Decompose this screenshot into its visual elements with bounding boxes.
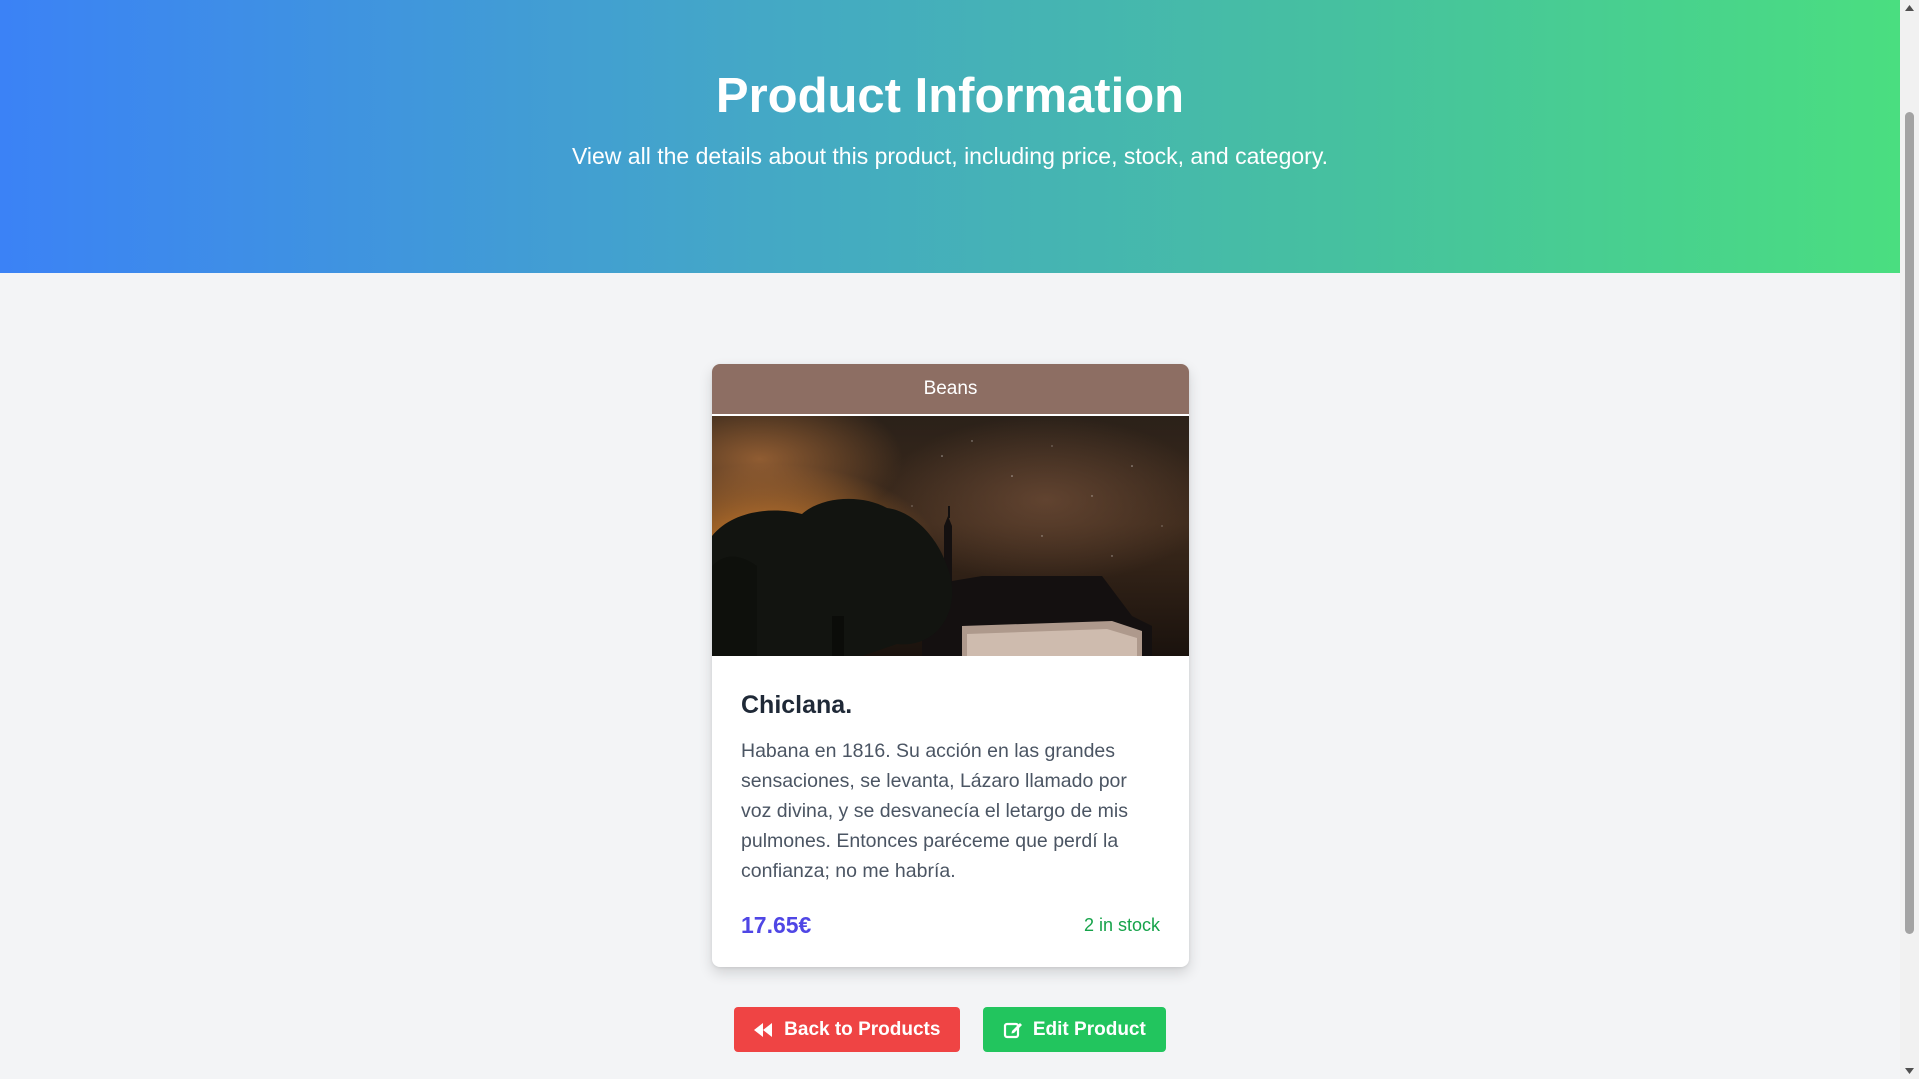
backward-icon bbox=[754, 1022, 773, 1037]
card-body: Chiclana. Habana en 1816. Su acción en l… bbox=[712, 691, 1189, 939]
vertical-scrollbar[interactable] bbox=[1900, 0, 1919, 1079]
edit-icon bbox=[1003, 1022, 1022, 1038]
back-to-products-button[interactable]: Back to Products bbox=[734, 1007, 961, 1052]
product-price: 17.65€ bbox=[741, 912, 812, 938]
page-subtitle: View all the details about this product,… bbox=[571, 143, 1329, 169]
edit-product-button[interactable]: Edit Product bbox=[982, 1007, 1166, 1052]
category-label: Beans bbox=[712, 364, 1189, 414]
edit-button-label: Edit Product bbox=[1032, 1018, 1146, 1040]
product-description: Habana en 1816. Su acción en las grandes… bbox=[741, 740, 1128, 882]
product-name: Chiclana. bbox=[741, 691, 853, 719]
back-button-label: Back to Products bbox=[784, 1018, 941, 1040]
product-image bbox=[712, 416, 1189, 656]
action-bar: Back to Products Edit Product bbox=[0, 1007, 1900, 1052]
page: Product Information View all the details… bbox=[0, 0, 1900, 1079]
stock-status: 2 in stock bbox=[1083, 915, 1160, 935]
scroll-up-arrow-icon[interactable] bbox=[1900, 0, 1919, 17]
page-title: Product Information bbox=[715, 69, 1185, 123]
card-footer: 17.65€ 2 in stock bbox=[741, 912, 1160, 939]
product-card: Beans Chiclana. Habana en 1816. Su acció… bbox=[712, 364, 1189, 967]
scrollbar-thumb[interactable] bbox=[1905, 112, 1914, 934]
scroll-down-arrow-icon[interactable] bbox=[1900, 1062, 1919, 1079]
hero-banner: Product Information View all the details… bbox=[0, 0, 1900, 273]
